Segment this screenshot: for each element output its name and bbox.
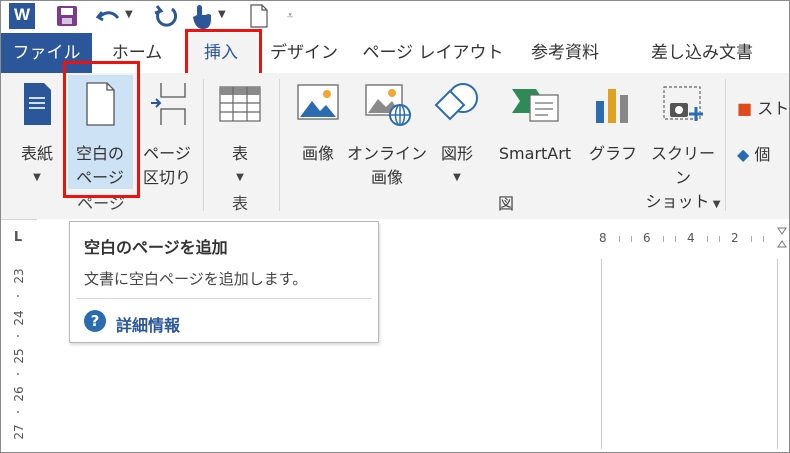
- ruler-tick: [17, 373, 19, 375]
- table-icon: [219, 86, 261, 122]
- group-label-tables: 表: [231, 194, 248, 213]
- undo-dropdown-icon[interactable]: ▼: [125, 9, 133, 35]
- tab-design[interactable]: デザイン: [263, 33, 345, 73]
- blank-page-highlight: [63, 61, 140, 198]
- picture-button[interactable]: 画像: [291, 81, 345, 166]
- insert-tab-highlight: [185, 29, 262, 79]
- store-button[interactable]: ■ スト: [737, 97, 790, 121]
- online-picture-label-1: オンライン: [347, 144, 428, 163]
- page-break-icon: [151, 83, 186, 125]
- vertical-ruler[interactable]: 23 24 25 26 27: [7, 259, 29, 449]
- ruler-tick: [619, 236, 620, 242]
- screenshot-icon: [663, 86, 703, 121]
- word-icon[interactable]: W: [9, 3, 35, 29]
- picture-icon: [297, 84, 339, 120]
- tooltip-description: 文書に空白ページを追加します。: [84, 270, 308, 288]
- redo-icon[interactable]: [153, 4, 179, 30]
- my-addins-icon: ◆: [737, 145, 750, 164]
- store-icon: ■: [737, 99, 753, 118]
- ruler-tick: [631, 236, 632, 242]
- ruler-tick: [17, 335, 19, 337]
- chart-icon: [596, 89, 628, 123]
- cover-page-dropdown-icon: ▼: [33, 172, 41, 183]
- online-picture-button[interactable]: オンライン 画像: [347, 81, 427, 190]
- blank-page-tooltip: 空白のページを追加 文書に空白ページを追加します。 ? 詳細情報: [69, 221, 379, 343]
- ribbon-insert: 表紙 ▼ 空白の ページ ページ 区切り ページ 表 ▼ 表 画像 オンライン …: [1, 61, 790, 220]
- save-icon[interactable]: [56, 5, 78, 27]
- picture-label: 画像: [301, 144, 334, 163]
- group-separator: [203, 79, 204, 211]
- cover-page-icon: [24, 83, 51, 125]
- online-picture-label-2: 画像: [370, 168, 403, 187]
- smartart-label: SmartArt: [498, 144, 572, 163]
- shapes-button[interactable]: 図形 ▼: [429, 81, 485, 190]
- quick-access-toolbar: W ▼ ▼ ⩡: [1, 1, 789, 33]
- shapes-label: 図形: [440, 144, 473, 163]
- ruler-tick: [663, 236, 664, 242]
- group-separator: [279, 79, 280, 211]
- page-edge: [601, 259, 602, 449]
- horizontal-ruler[interactable]: 8 6 4 2: [599, 227, 789, 249]
- tooltip-more-info-link[interactable]: 詳細情報: [116, 312, 180, 336]
- my-addins-label: 個: [754, 145, 771, 164]
- chart-label: グラフ: [588, 144, 637, 163]
- my-addins-button[interactable]: ◆ 個: [737, 143, 789, 167]
- page-break-label-1: ページ: [143, 144, 191, 163]
- indent-marker-icon[interactable]: [777, 227, 787, 249]
- chart-button[interactable]: グラフ: [585, 81, 641, 166]
- new-document-icon[interactable]: [249, 4, 269, 28]
- ruler-number: 24: [12, 310, 26, 326]
- smartart-icon: [512, 89, 559, 122]
- ruler-tick: [751, 236, 752, 242]
- table-button[interactable]: 表 ▼: [215, 81, 265, 190]
- tooltip-title: 空白のページを追加: [84, 238, 228, 257]
- shapes-dropdown-icon: ▼: [453, 172, 461, 183]
- page-edge: [777, 259, 778, 449]
- ruler-tick: [763, 236, 764, 242]
- table-dropdown-icon: ▼: [236, 172, 244, 183]
- group-separator: [725, 79, 726, 211]
- group-label-pages: ページ: [77, 194, 125, 213]
- smartart-button[interactable]: SmartArt: [489, 81, 581, 166]
- ruler-number: 6: [643, 231, 651, 245]
- store-label: スト: [757, 99, 790, 118]
- word-window: W ▼ ▼ ⩡ ファイル ホーム 挿入 デザイン ページ レイアウト 参考資料: [0, 0, 790, 453]
- ruler-number: 4: [687, 231, 695, 245]
- ruler-tick: [707, 236, 708, 242]
- ruler-tick: [17, 411, 19, 413]
- tab-page-layout[interactable]: ページ レイアウト: [359, 33, 507, 73]
- ruler-number: 23: [12, 268, 26, 284]
- ruler-number: 26: [12, 386, 26, 402]
- ruler-number: 2: [731, 231, 739, 245]
- undo-icon[interactable]: [95, 4, 122, 30]
- ruler-number: 25: [12, 348, 26, 364]
- ruler-tick: [17, 295, 19, 297]
- ruler-tick: [675, 236, 676, 242]
- tooltip-divider: [76, 298, 372, 299]
- help-icon[interactable]: ?: [84, 310, 106, 332]
- page-break-button[interactable]: ページ 区切り: [139, 81, 195, 190]
- ruler-tick: [719, 236, 720, 242]
- ruler-number: 8: [599, 231, 607, 245]
- cover-page-label: 表紙: [20, 144, 53, 163]
- tab-mailings[interactable]: 差し込み文書: [637, 33, 767, 73]
- tab-references[interactable]: 参考資料: [523, 33, 607, 73]
- shapes-icon: [434, 83, 478, 121]
- tab-selector[interactable]: L: [5, 227, 31, 249]
- customize-qat-icon[interactable]: ⩡: [287, 9, 293, 35]
- touch-mode-icon[interactable]: [189, 3, 215, 31]
- table-label: 表: [231, 144, 248, 163]
- group-label-illustrations: 図: [497, 194, 514, 213]
- page-break-label-2: 区切り: [142, 168, 191, 187]
- cover-page-button[interactable]: 表紙 ▼: [11, 81, 63, 190]
- online-picture-icon: [365, 84, 411, 126]
- screenshot-label-1: スクリーン: [650, 144, 715, 187]
- ruler-number: 27: [12, 424, 26, 440]
